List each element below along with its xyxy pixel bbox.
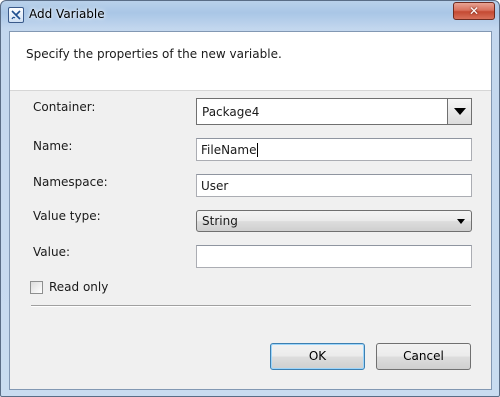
chevron-down-icon [457,219,465,224]
container-dropdown-button[interactable] [447,99,471,124]
namespace-label: Namespace: [33,175,108,189]
container-value: Package4 [202,105,260,119]
header-band: Specify the properties of the new variab… [10,32,491,91]
dialog-body: Specify the properties of the new variab… [9,31,492,390]
separator [31,305,471,307]
ok-button[interactable]: OK [270,343,365,370]
cancel-button[interactable]: Cancel [376,343,471,370]
chevron-down-icon [454,108,466,115]
namespace-value: User [201,179,229,193]
read-only-checkbox[interactable] [30,281,43,294]
value-label: Value: [33,245,70,259]
window-title: Add Variable [29,7,105,21]
text-caret [257,143,259,157]
name-label: Name: [33,139,73,153]
dialog-description: Specify the properties of the new variab… [26,47,282,61]
value-input[interactable] [196,245,472,268]
name-value: FileName [201,143,259,157]
add-variable-dialog: Add Variable ✕ Specify the properties of… [0,0,500,397]
name-input[interactable]: FileName [196,138,472,161]
container-dropdown[interactable]: Package4 [196,98,472,125]
variable-icon [8,7,24,23]
value-type-label: Value type: [33,209,101,223]
read-only-label[interactable]: Read only [49,280,108,294]
namespace-input[interactable]: User [196,174,472,197]
value-type-value: String [202,214,238,228]
close-icon: ✕ [468,4,480,18]
close-button[interactable]: ✕ [453,2,495,20]
value-type-select[interactable]: String [196,210,472,232]
title-bar[interactable]: Add Variable ✕ [1,1,499,29]
container-label: Container: [33,100,96,114]
